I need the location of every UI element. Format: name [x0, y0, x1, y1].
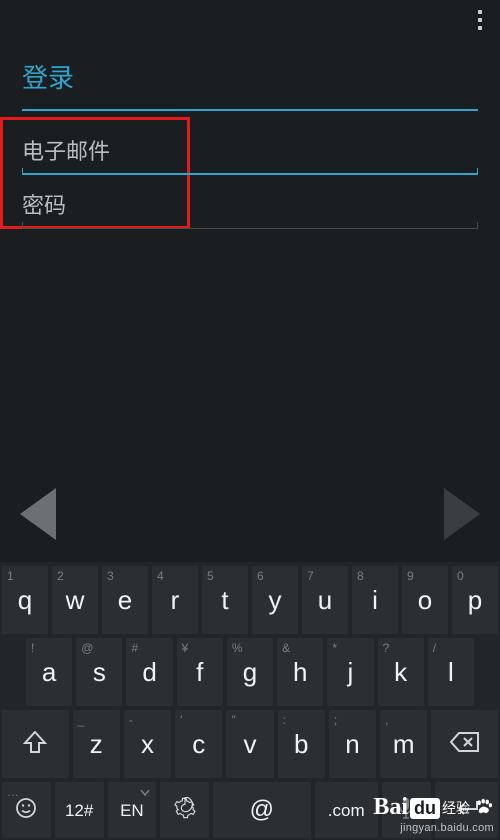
at-key[interactable]: @	[213, 782, 311, 838]
key-n[interactable]: ;n	[329, 710, 376, 778]
key-q[interactable]: 1q	[2, 566, 48, 634]
key-v[interactable]: "v	[226, 710, 273, 778]
next-arrow-icon[interactable]	[444, 488, 480, 540]
chevron-down-icon	[140, 789, 150, 797]
email-field[interactable]	[22, 135, 478, 169]
backspace-key[interactable]	[431, 710, 498, 778]
key-l[interactable]: /l	[428, 638, 474, 706]
mode-switch-key[interactable]: 12#	[55, 782, 104, 838]
key-j[interactable]: *j	[327, 638, 373, 706]
smiley-icon	[15, 797, 37, 819]
enter-key[interactable]	[435, 782, 498, 838]
key-g[interactable]: %g	[227, 638, 273, 706]
key-e[interactable]: 3e	[102, 566, 148, 634]
nav-row	[0, 472, 500, 562]
prev-arrow-icon[interactable]	[20, 488, 56, 540]
emoji-key[interactable]: …	[2, 782, 51, 838]
key-c[interactable]: 'c	[175, 710, 222, 778]
password-underline	[22, 228, 478, 229]
key-p[interactable]: 0p	[452, 566, 498, 634]
email-underline	[22, 173, 478, 175]
key-o[interactable]: 9o	[402, 566, 448, 634]
mic-icon	[398, 797, 414, 819]
key-u[interactable]: 7u	[302, 566, 348, 634]
password-field[interactable]	[22, 189, 478, 223]
shift-key[interactable]	[2, 710, 69, 778]
key-i[interactable]: 8i	[352, 566, 398, 634]
login-form	[0, 111, 500, 233]
key-s[interactable]: @s	[76, 638, 122, 706]
settings-key[interactable]	[160, 782, 209, 838]
overflow-menu-icon[interactable]	[470, 2, 490, 38]
page-title: 登录	[22, 58, 478, 95]
password-field-wrapper	[22, 179, 478, 233]
key-r[interactable]: 4r	[152, 566, 198, 634]
key-m[interactable]: ,m	[380, 710, 427, 778]
key-a[interactable]: !a	[26, 638, 72, 706]
key-y[interactable]: 6y	[252, 566, 298, 634]
keyboard-row-2: !a@s#d¥f%g&h*j?k/l	[0, 636, 500, 708]
keyboard-row-4: … 12# EN @	[0, 780, 500, 840]
top-bar	[0, 0, 500, 40]
key-b[interactable]: :b	[278, 710, 325, 778]
shift-icon	[23, 731, 47, 753]
email-field-wrapper	[22, 125, 478, 179]
key-f[interactable]: ¥f	[177, 638, 223, 706]
language-label: EN	[120, 802, 144, 819]
mode-switch-label: 12#	[65, 802, 93, 819]
enter-icon	[453, 799, 479, 817]
key-t[interactable]: 5t	[202, 566, 248, 634]
at-label: @	[250, 798, 274, 822]
gear-icon	[174, 797, 196, 819]
key-d[interactable]: #d	[126, 638, 172, 706]
dotcom-label: .com	[328, 802, 365, 819]
spacer	[0, 233, 500, 472]
key-h[interactable]: &h	[277, 638, 323, 706]
dotcom-key[interactable]: .com	[315, 782, 378, 838]
mic-key[interactable]	[382, 782, 431, 838]
language-key[interactable]: EN	[108, 782, 157, 838]
key-z[interactable]: _z	[73, 710, 120, 778]
key-k[interactable]: ?k	[378, 638, 424, 706]
key-w[interactable]: 2w	[52, 566, 98, 634]
keyboard-row-1: 1q2w3e4r5t6y7u8i9o0p	[0, 564, 500, 636]
key-x[interactable]: -x	[124, 710, 171, 778]
keyboard-row-3: _z-x'c"v:b;n,m	[0, 708, 500, 780]
page-header: 登录	[0, 40, 500, 109]
soft-keyboard: XT9 1q2w3e4r5t6y7u8i9o0p !a@s#d¥f%g&h*j?…	[0, 562, 500, 840]
backspace-icon	[450, 732, 480, 752]
